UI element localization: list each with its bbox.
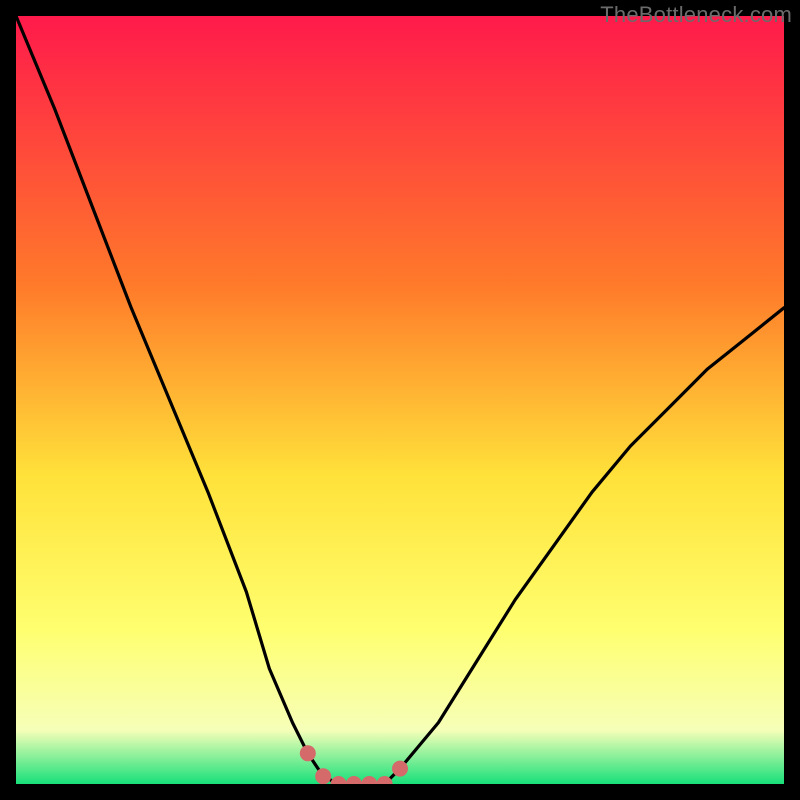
- chart-plot-area: [16, 16, 784, 784]
- chart-svg: [16, 16, 784, 784]
- gradient-background: [16, 16, 784, 784]
- optimal-dot: [392, 761, 408, 777]
- watermark-text: TheBottleneck.com: [600, 2, 792, 28]
- optimal-dot: [300, 745, 316, 761]
- chart-frame: TheBottleneck.com: [0, 0, 800, 800]
- optimal-dot: [315, 768, 331, 784]
